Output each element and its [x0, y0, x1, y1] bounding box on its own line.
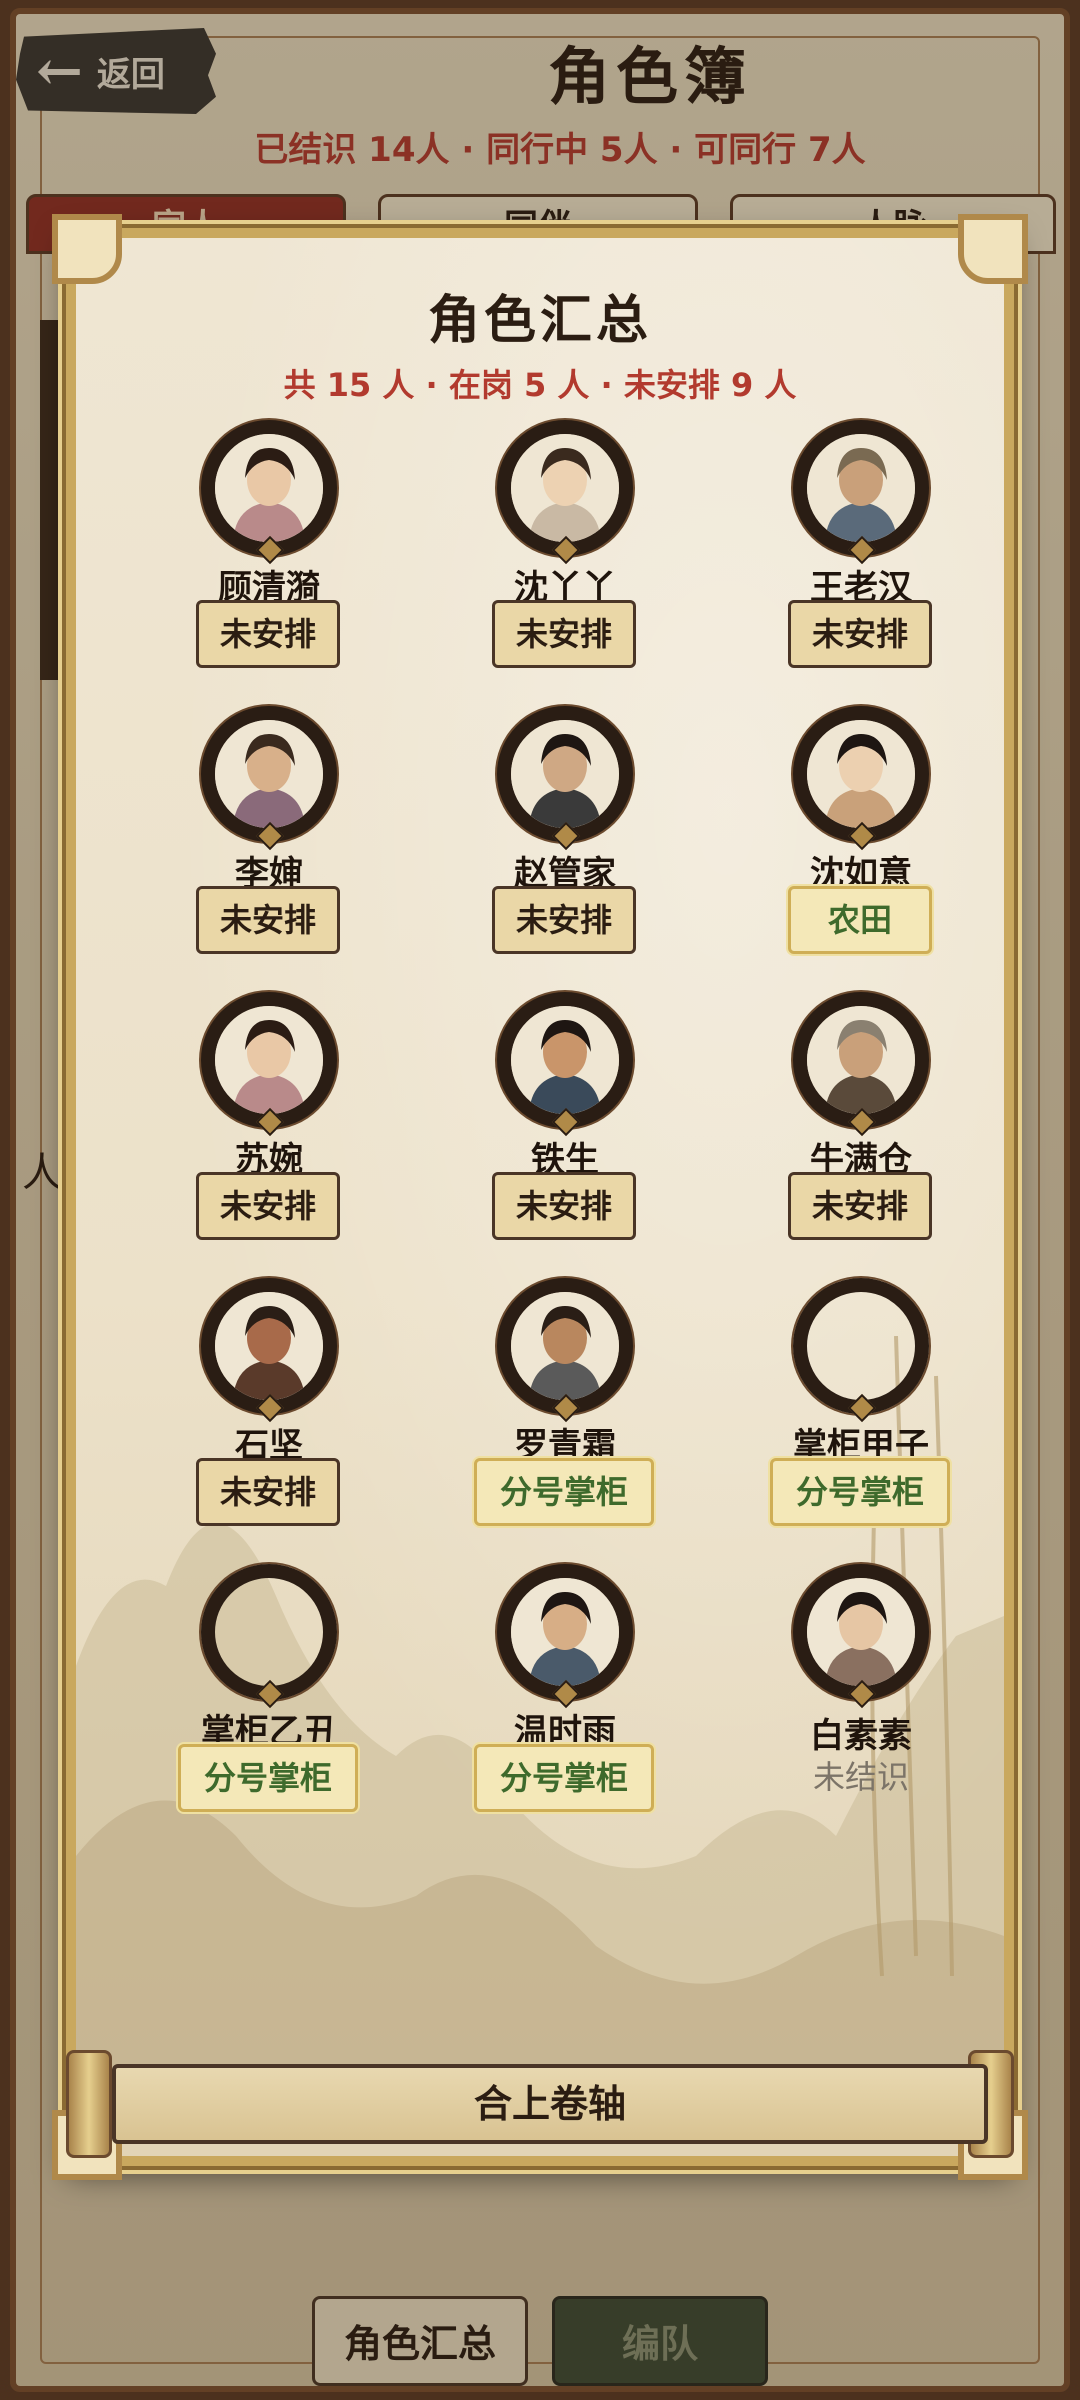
steward-portrait-icon — [511, 720, 619, 828]
character-card[interactable]: 赵管家 未安排 — [452, 706, 672, 976]
maiden-portrait-icon — [807, 1578, 915, 1686]
character-status-button[interactable]: 未安排 — [196, 886, 340, 954]
character-card[interactable]: 顾清漪 未安排 — [156, 420, 376, 690]
character-status-button[interactable]: 未安排 — [196, 1172, 340, 1240]
swordsman-portrait-icon — [511, 1292, 619, 1400]
dialog-stats: 共 15 人 · 在岗 5 人 · 未安排 9 人 — [283, 366, 797, 404]
character-card[interactable]: 罗青霜 分号掌柜 — [452, 1278, 672, 1548]
young-man-portrait-icon — [511, 1006, 619, 1114]
character-unmet-label: 未结识 — [812, 1758, 909, 1796]
ornament-corner — [958, 214, 1028, 284]
character-card[interactable]: 铁生 未安排 — [452, 992, 672, 1262]
character-card[interactable]: 李婶 未安排 — [156, 706, 376, 976]
girl-portrait-icon — [511, 434, 619, 542]
character-card[interactable]: 沈丫丫 未安排 — [452, 420, 672, 690]
close-scroll-button[interactable]: 合上卷轴 — [112, 2064, 988, 2144]
character-assignment-button[interactable]: 分号掌柜 — [474, 1744, 654, 1812]
character-card[interactable]: 王老汉 未安排 — [748, 420, 968, 690]
character-assignment-button[interactable]: 分号掌柜 — [178, 1744, 358, 1812]
character-assignment-button[interactable]: 分号掌柜 — [474, 1458, 654, 1526]
character-status-button[interactable]: 未安排 — [196, 600, 340, 668]
character-card[interactable]: 苏婉 未安排 — [156, 992, 376, 1262]
character-status-button[interactable]: 未安排 — [788, 600, 932, 668]
character-card[interactable]: 石坚 未安排 — [156, 1278, 376, 1548]
character-status-button[interactable]: 未安排 — [492, 1172, 636, 1240]
scroll-rod — [66, 2050, 112, 2158]
character-status-button[interactable]: 未安排 — [492, 600, 636, 668]
character-assignment-button[interactable]: 农田 — [788, 886, 932, 954]
character-card[interactable]: 沈如意 农田 — [748, 706, 968, 976]
character-status-button[interactable]: 未安排 — [788, 1172, 932, 1240]
ornament-corner — [52, 214, 122, 284]
dialog-title: 角色汇总 — [427, 290, 652, 351]
character-card[interactable]: 温时雨 分号掌柜 — [452, 1564, 672, 1834]
character-name: 白素素 — [810, 1716, 912, 1756]
character-card[interactable]: 掌柜甲子 分号掌柜 — [748, 1278, 968, 1548]
character-status-button[interactable]: 未安排 — [196, 1458, 340, 1526]
old-farmer-portrait-icon — [807, 434, 915, 542]
character-status-button[interactable]: 未安排 — [492, 886, 636, 954]
lady-portrait-icon — [807, 720, 915, 828]
character-card[interactable]: 掌柜乙丑 分号掌柜 — [156, 1564, 376, 1834]
scholar-portrait-icon — [511, 1578, 619, 1686]
young-woman-portrait-icon — [215, 434, 323, 542]
elder-man-portrait-icon — [807, 1006, 915, 1114]
warrior-portrait-icon — [215, 1292, 323, 1400]
character-assignment-button[interactable]: 分号掌柜 — [770, 1458, 950, 1526]
middle-aged-woman-portrait-icon — [215, 720, 323, 828]
character-card[interactable]: 牛满仓 未安排 — [748, 992, 968, 1262]
young-woman-portrait-icon — [215, 1006, 323, 1114]
character-card[interactable]: 白素素 未结识 — [748, 1564, 968, 1834]
character-summary-dialog: 角色汇总 共 15 人 · 在岗 5 人 · 未安排 9 人 顾清漪 未安排 沈丫丫… — [52, 214, 1028, 2180]
